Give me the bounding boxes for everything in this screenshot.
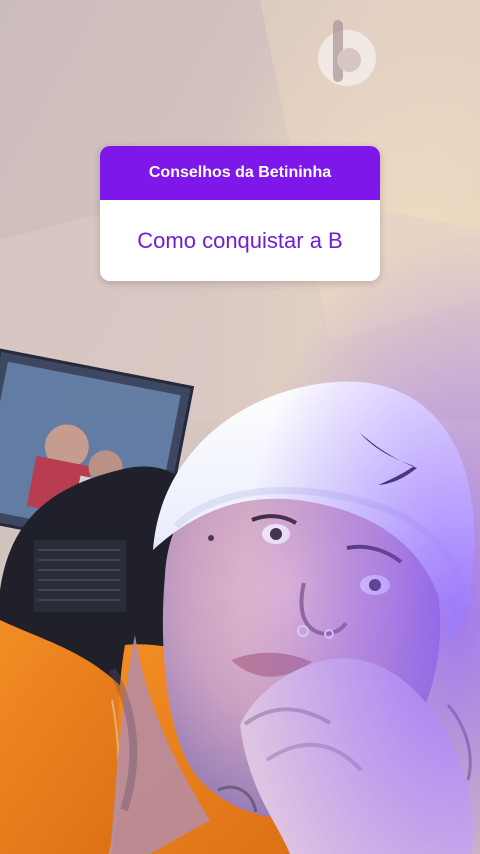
story-photo-background bbox=[0, 0, 480, 854]
background-photo bbox=[0, 0, 480, 854]
question-answer-text: Como conquistar a B bbox=[137, 227, 343, 253]
question-prompt: Conselhos da Betininha bbox=[148, 164, 332, 181]
question-prompt-header: Conselhos da Betininha bbox=[100, 146, 380, 200]
question-answer-area: Como conquistar a B bbox=[100, 200, 380, 281]
question-sticker[interactable]: Conselhos da Betininha Como conquistar a… bbox=[100, 146, 380, 281]
